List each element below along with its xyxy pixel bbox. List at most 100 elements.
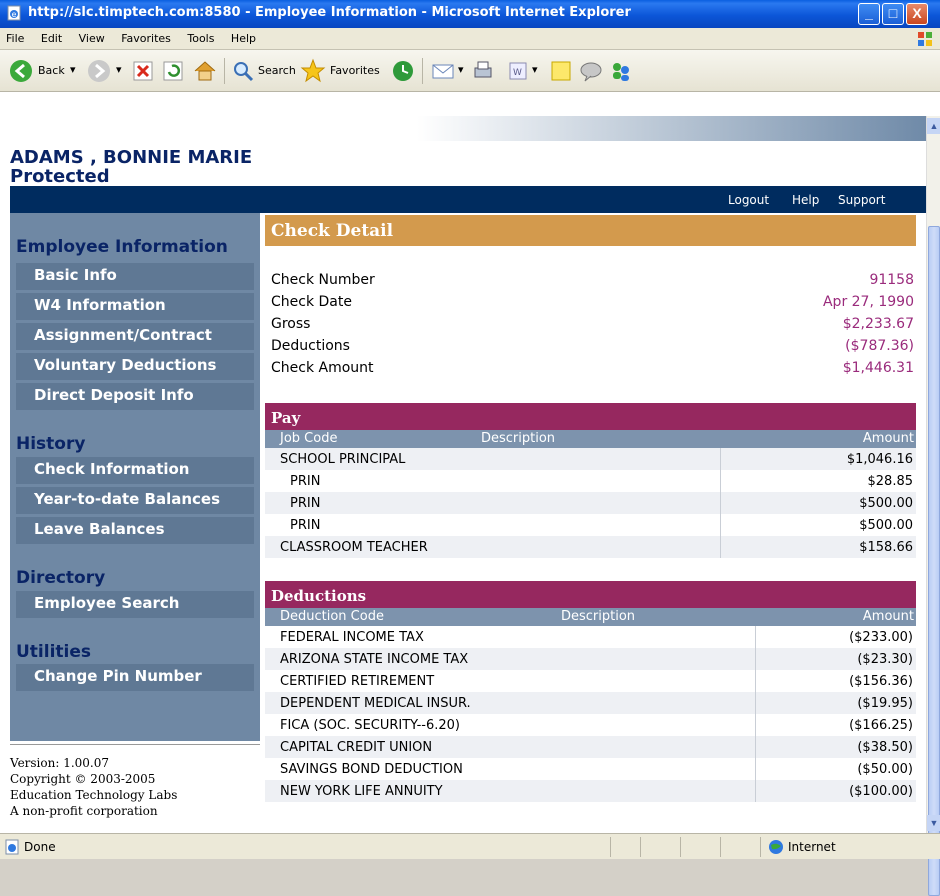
sidebar-section-employee-information: Employee Information — [16, 237, 228, 257]
deduction-code: NEW YORK LIFE ANNUITY — [280, 784, 443, 799]
column-divider — [720, 514, 721, 536]
copyright-text: Copyright © 2003-2005 — [10, 772, 156, 786]
browser-window: e http://slc.timptech.com:8580 - Employe… — [0, 0, 940, 896]
deduction-code: SAVINGS BOND DEDUCTION — [280, 762, 463, 777]
search-button[interactable]: Search — [258, 64, 296, 77]
deduction-amount: ($19.95) — [857, 696, 913, 711]
scroll-down-arrow-icon[interactable]: ▼ — [927, 815, 940, 831]
back-button[interactable]: Back — [38, 64, 65, 77]
print-icon[interactable] — [470, 58, 496, 84]
deductions-col-code: Deduction Code — [280, 609, 384, 624]
scroll-up-arrow-icon[interactable]: ▲ — [927, 118, 940, 134]
security-zone-text: Internet — [788, 840, 836, 854]
edit-icon[interactable]: W — [505, 58, 531, 84]
scrollbar-thumb[interactable] — [928, 226, 940, 896]
menu-favorites[interactable]: Favorites — [115, 28, 177, 45]
sidebar-item-w4-information[interactable]: W4 Information — [16, 293, 254, 320]
sidebar-item-basic-info[interactable]: Basic Info — [16, 263, 254, 290]
maximize-button[interactable]: □ — [882, 3, 904, 25]
employee-name: ADAMS , BONNIE MARIE — [10, 147, 253, 168]
page-top-strip — [0, 92, 940, 116]
check-number-row: Check Number 91158 — [265, 269, 916, 291]
toolbar-separator — [422, 58, 423, 84]
mail-dropdown-icon[interactable]: ▾ — [458, 63, 464, 76]
status-bar: Done Internet — [0, 833, 940, 859]
search-icon[interactable] — [230, 58, 256, 84]
forward-dropdown-icon[interactable]: ▾ — [116, 63, 122, 76]
edit-dropdown-icon[interactable]: ▾ — [532, 63, 538, 76]
check-number-value: 91158 — [869, 272, 914, 288]
sidebar-item-change-pin[interactable]: Change Pin Number — [16, 664, 254, 691]
column-divider — [755, 780, 756, 802]
discuss-icon[interactable] — [578, 58, 604, 84]
menu-edit[interactable]: Edit — [35, 28, 68, 45]
gross-row: Gross $2,233.67 — [265, 313, 916, 335]
table-row: SCHOOL PRINCIPAL $1,046.16 — [265, 448, 916, 470]
column-divider — [755, 670, 756, 692]
menu-view[interactable]: View — [73, 28, 111, 45]
windows-logo-icon — [918, 32, 932, 46]
status-divider — [610, 837, 611, 857]
check-detail-header: Check Detail — [265, 215, 916, 246]
refresh-icon[interactable] — [160, 58, 186, 84]
status-divider — [680, 837, 681, 857]
sidebar-item-leave-balances[interactable]: Leave Balances — [16, 517, 254, 544]
sidebar-item-voluntary-deductions[interactable]: Voluntary Deductions — [16, 353, 254, 380]
title-bar: e http://slc.timptech.com:8580 - Employe… — [0, 0, 940, 28]
pay-job-code: SCHOOL PRINCIPAL — [280, 452, 406, 467]
mail-icon[interactable] — [430, 58, 456, 84]
sidebar-section-utilities: Utilities — [16, 642, 92, 662]
forward-arrow-icon[interactable] — [86, 58, 112, 84]
sidebar-item-ytd-balances[interactable]: Year-to-date Balances — [16, 487, 254, 514]
deduction-amount: ($233.00) — [849, 630, 913, 645]
home-icon[interactable] — [192, 58, 218, 84]
org-text: Education Technology Labs — [10, 788, 178, 802]
table-row: CAPITAL CREDIT UNION ($38.50) — [265, 736, 916, 758]
favorites-button[interactable]: Favorites — [330, 64, 380, 77]
table-row: FICA (SOC. SECURITY--6.20) ($166.25) — [265, 714, 916, 736]
deduction-code: ARIZONA STATE INCOME TAX — [280, 652, 469, 667]
deduction-code: FICA (SOC. SECURITY--6.20) — [280, 718, 460, 733]
column-divider — [755, 736, 756, 758]
header-gradient — [0, 116, 926, 141]
back-dropdown-icon[interactable]: ▾ — [70, 63, 76, 76]
column-divider — [720, 470, 721, 492]
close-button[interactable]: X — [906, 3, 928, 25]
stop-icon[interactable] — [130, 58, 156, 84]
top-nav-bar: Logout Help Support — [10, 186, 926, 213]
favorites-star-icon[interactable] — [300, 58, 326, 84]
employee-status: Protected — [10, 166, 110, 187]
back-arrow-icon[interactable] — [8, 58, 34, 84]
sidebar-item-check-information[interactable]: Check Information — [16, 457, 254, 484]
pay-job-code: PRIN — [290, 474, 321, 489]
deductions-col-description: Description — [561, 609, 636, 624]
menu-help[interactable]: Help — [225, 28, 262, 45]
column-divider — [755, 692, 756, 714]
sidebar-item-employee-search[interactable]: Employee Search — [16, 591, 254, 618]
table-row: PRIN $28.85 — [265, 470, 916, 492]
pay-col-description: Description — [481, 431, 556, 446]
menu-file[interactable]: File — [0, 28, 30, 45]
svg-text:e: e — [12, 10, 17, 19]
check-date-row: Check Date Apr 27, 1990 — [265, 291, 916, 313]
pay-col-job-code: Job Code — [280, 431, 338, 446]
deduction-amount: ($50.00) — [857, 762, 913, 777]
column-divider — [755, 714, 756, 736]
minimize-button[interactable]: _ — [858, 3, 880, 25]
logout-link[interactable]: Logout — [728, 193, 769, 207]
help-link[interactable]: Help — [792, 193, 819, 207]
vertical-scrollbar[interactable]: ▲ ▼ — [926, 116, 940, 896]
page-done-icon — [5, 839, 19, 855]
history-icon[interactable] — [390, 58, 416, 84]
pay-amount: $1,046.16 — [846, 452, 913, 467]
sidebar-item-direct-deposit-info[interactable]: Direct Deposit Info — [16, 383, 254, 410]
messenger-icon[interactable] — [608, 58, 634, 84]
support-link[interactable]: Support — [838, 193, 885, 207]
deduction-amount: ($38.50) — [857, 740, 913, 755]
notes-icon[interactable] — [548, 58, 574, 84]
menu-tools[interactable]: Tools — [181, 28, 220, 45]
table-row: ARIZONA STATE INCOME TAX ($23.30) — [265, 648, 916, 670]
sidebar-item-assignment-contract[interactable]: Assignment/Contract — [16, 323, 254, 350]
window-title: http://slc.timptech.com:8580 - Employee … — [28, 5, 631, 20]
deductions-total-value: ($787.36) — [845, 338, 914, 354]
